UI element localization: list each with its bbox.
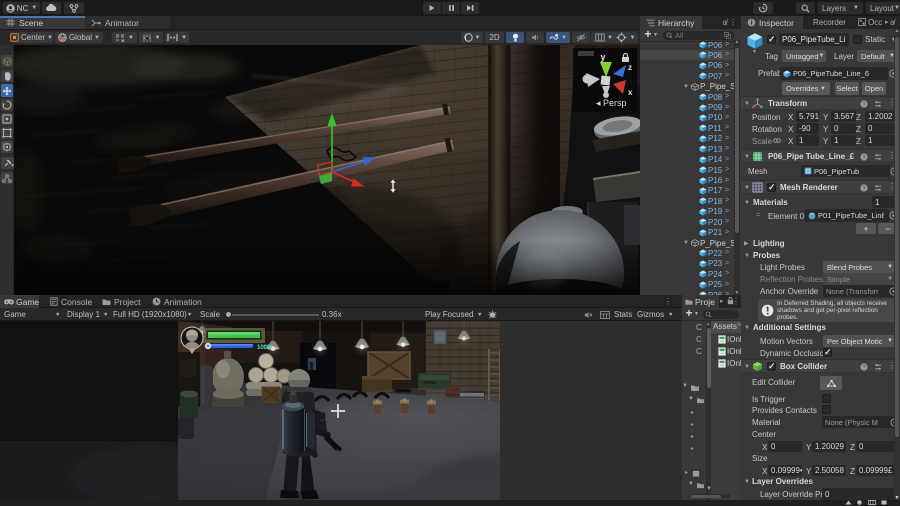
svg-text:y: y bbox=[600, 52, 605, 62]
svg-text:100%: 100% bbox=[257, 345, 273, 351]
svg-text:?: ? bbox=[862, 155, 865, 161]
svg-text:x: x bbox=[628, 88, 633, 97]
svg-text:z: z bbox=[628, 63, 632, 72]
svg-text:?: ? bbox=[862, 102, 865, 108]
svg-text:?: ? bbox=[862, 365, 865, 371]
svg-text:?: ? bbox=[862, 186, 865, 192]
